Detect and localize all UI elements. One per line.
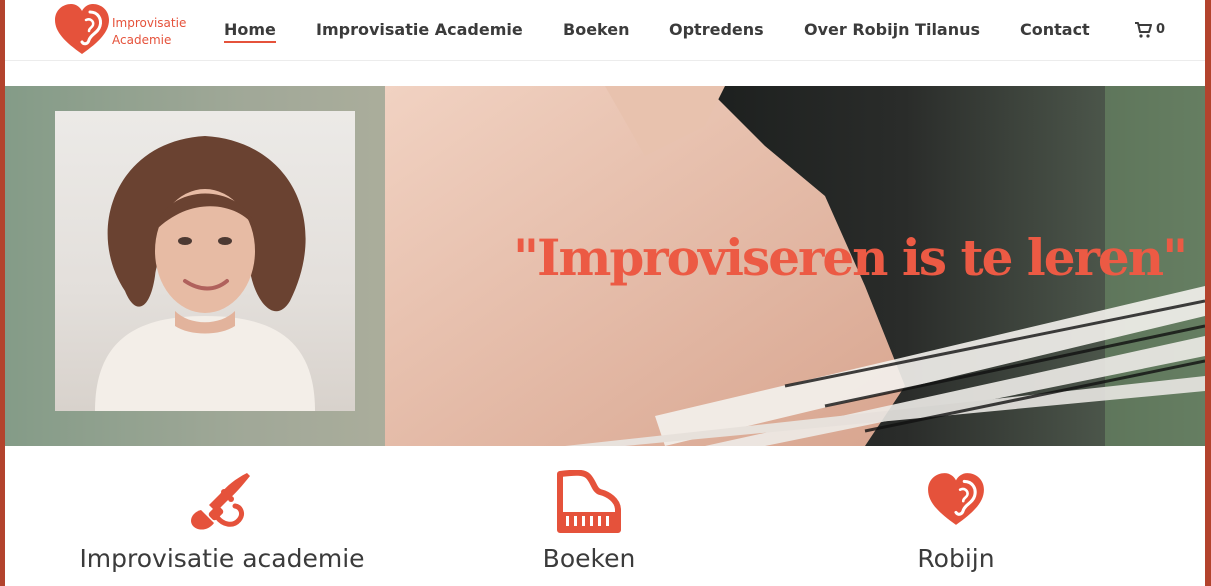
portrait-photo: [95, 136, 315, 411]
heart-ear-icon: [928, 473, 984, 525]
piano-icon: [557, 470, 621, 533]
main-nav: Home Improvisatie Academie Boeken Optred…: [5, 0, 1205, 60]
nav-item-improvisatie-academie[interactable]: Improvisatie Academie: [316, 20, 523, 40]
nav-item-home[interactable]: Home: [224, 20, 276, 43]
robijn-portrait: [55, 111, 355, 411]
nav-item-optredens[interactable]: Optredens: [669, 20, 764, 40]
feature-label-boeken: Boeken: [542, 544, 636, 573]
cart-icon: [1135, 22, 1152, 38]
nav-item-contact[interactable]: Contact: [1020, 20, 1090, 40]
site-header: Improvisatie Academie Home Improvisatie …: [5, 0, 1205, 61]
cart-count: 0: [1156, 22, 1166, 37]
feature-robijn[interactable]: Robijn: [776, 468, 1136, 586]
feature-improvisatie-academie[interactable]: Improvisatie academie: [42, 468, 402, 586]
nav-item-over-robijn-tilanus[interactable]: Over Robijn Tilanus: [804, 20, 980, 40]
nav-item-boeken[interactable]: Boeken: [563, 20, 630, 40]
feature-boeken[interactable]: Boeken: [409, 468, 769, 586]
trumpet-icon: [190, 473, 250, 530]
feature-label-improvisatie-academie: Improvisatie academie: [79, 544, 365, 573]
hero-quote: "Improviseren is te leren": [513, 228, 1188, 287]
feature-label-robijn: Robijn: [917, 544, 995, 573]
hero-banner: "Improviseren is te leren": [5, 86, 1205, 446]
page: Improvisatie Academie Home Improvisatie …: [5, 0, 1205, 586]
